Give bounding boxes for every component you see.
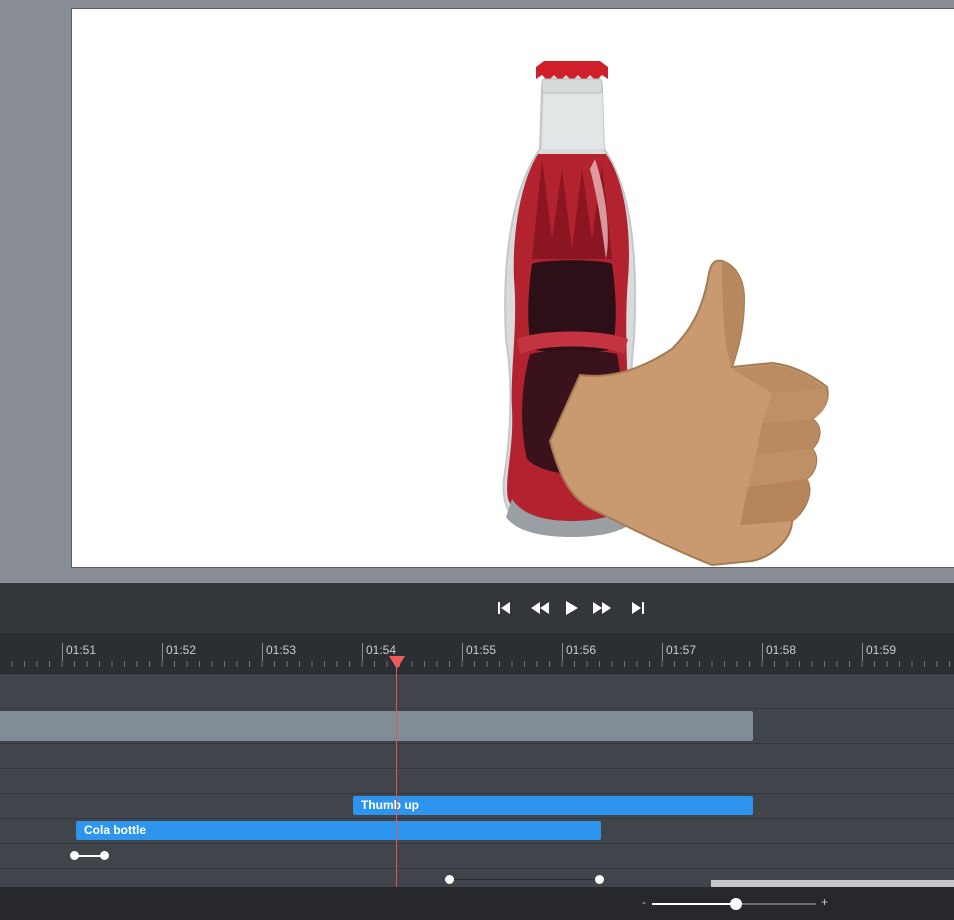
- play-icon[interactable]: [563, 599, 583, 617]
- track-row: [0, 674, 954, 709]
- thumb-up-clip[interactable]: Thumb up: [353, 796, 753, 815]
- zoom-slider[interactable]: [652, 898, 816, 910]
- zoom-slider-fill: [652, 903, 736, 905]
- transport-bar: [0, 583, 954, 633]
- ruler-label: 01:57: [662, 643, 696, 661]
- track-row: [0, 744, 954, 769]
- scene-illustration: [502, 61, 829, 567]
- skip-to-start-icon[interactable]: [495, 599, 515, 617]
- keyframe-handle[interactable]: [445, 875, 454, 884]
- zoom-in-label[interactable]: +: [821, 895, 828, 909]
- ruler-label: 01:56: [562, 643, 596, 661]
- ruler-label: 01:58: [762, 643, 796, 661]
- track-row: Thumb up: [0, 794, 954, 819]
- timeline-ruler[interactable]: 01:51 01:52 01:53 01:54 01:55 01:56 01:57 01:58…: [0, 633, 954, 674]
- ruler-label: 01:53: [262, 643, 296, 661]
- keyframe-handle[interactable]: [100, 851, 109, 860]
- ruler-label: 01:52: [162, 643, 196, 661]
- zoom-out-label[interactable]: -: [642, 895, 646, 909]
- ruler-label: 01:51: [62, 643, 96, 661]
- preview-canvas[interactable]: [71, 8, 954, 568]
- zoom-slider-thumb[interactable]: [729, 898, 742, 910]
- playhead-line: [396, 660, 397, 887]
- track-row: Cola bottle: [0, 819, 954, 844]
- track-row: [0, 769, 954, 794]
- cola-bottle-clip[interactable]: Cola bottle: [76, 821, 601, 840]
- stage-area: [0, 0, 954, 583]
- keyframe-handle[interactable]: [70, 851, 79, 860]
- keyframe-handle[interactable]: [595, 875, 604, 884]
- timeline-tracks: Thumb up Cola bottle: [0, 674, 954, 887]
- keyframe-connector: [450, 879, 600, 880]
- track-row: [0, 844, 954, 869]
- ruler-label: 01:59: [862, 643, 896, 661]
- background-clip[interactable]: [0, 711, 753, 741]
- rewind-icon[interactable]: [529, 599, 549, 617]
- skip-to-end-icon[interactable]: [629, 599, 649, 617]
- track-row: [0, 709, 954, 744]
- fast-forward-icon[interactable]: [591, 599, 611, 617]
- timeline-footer: - +: [0, 887, 954, 920]
- ruler-label: 01:55: [462, 643, 496, 661]
- horizontal-scrollbar[interactable]: [711, 880, 954, 887]
- playhead-handle[interactable]: [389, 656, 405, 669]
